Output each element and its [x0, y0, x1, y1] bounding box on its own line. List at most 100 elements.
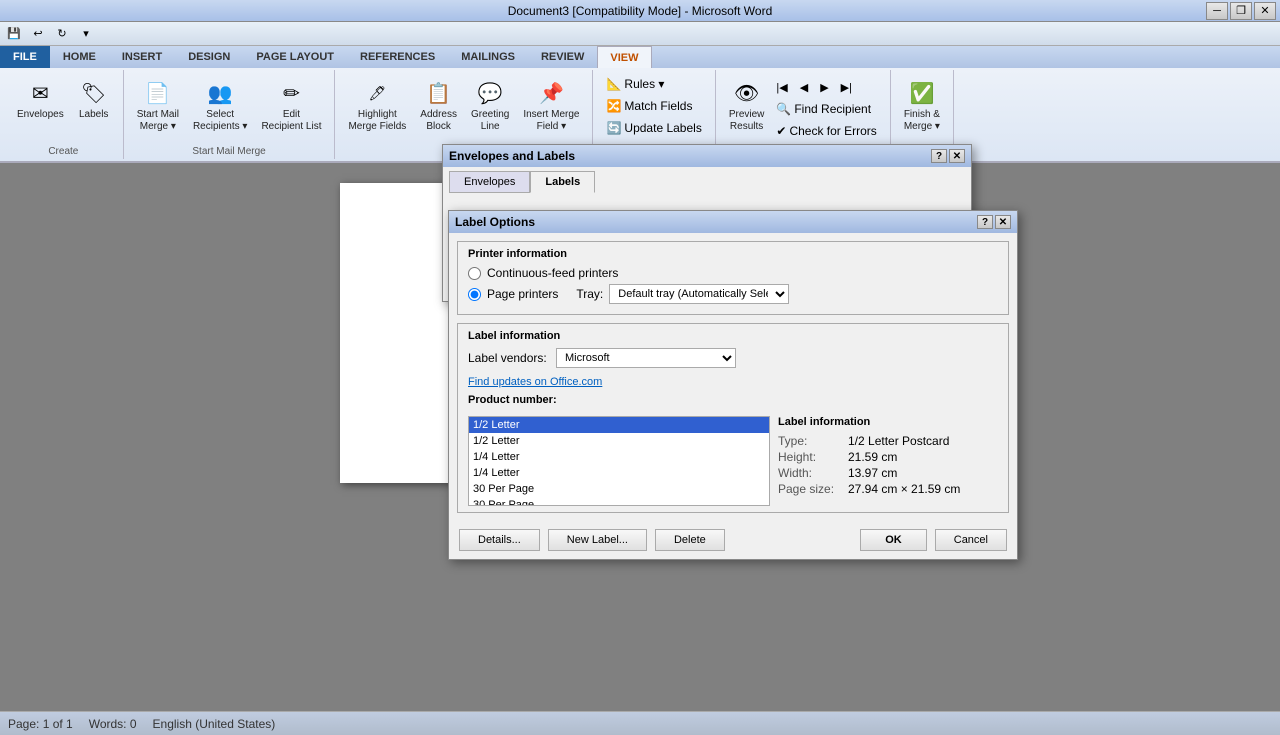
insert-merge-field-btn[interactable]: 📌 Insert MergeField ▾: [518, 74, 584, 136]
tab-file[interactable]: FILE: [0, 46, 50, 68]
label-options-dialog[interactable]: Label Options ? ✕ Printer information Co…: [448, 210, 1018, 560]
status-bar: Page: 1 of 1 Words: 0 English (United St…: [0, 711, 1280, 735]
rules-label: Rules ▾: [624, 77, 664, 91]
address-block-icon: 📋: [423, 77, 455, 109]
prev-record-btn[interactable]: ◀: [795, 78, 813, 97]
height-row: Height: 21.59 cm: [778, 450, 998, 464]
env-labels-tab[interactable]: Labels: [530, 171, 595, 193]
find-recipient-label: Find Recipient: [794, 102, 871, 116]
tab-review[interactable]: REVIEW: [528, 46, 597, 68]
labels-icon: 🏷: [78, 77, 110, 109]
close-btn[interactable]: ✕: [1254, 2, 1276, 20]
height-key: Height:: [778, 450, 848, 464]
product-number-row: Product number:: [468, 394, 998, 412]
product-item-4[interactable]: 30 Per Page: [469, 481, 769, 497]
find-recipient-btn[interactable]: 🔍 Find Recipient: [771, 99, 881, 119]
new-label-btn[interactable]: New Label...: [548, 529, 647, 551]
product-item-3[interactable]: 1/4 Letter: [469, 465, 769, 481]
page-printers-radio[interactable]: [468, 288, 481, 301]
rules-icon: 📐: [606, 77, 621, 91]
address-block-btn[interactable]: 📋 AddressBlock: [415, 74, 462, 136]
select-recipients-icon: 👥: [204, 77, 236, 109]
next-record-btn[interactable]: ▶: [815, 78, 833, 97]
restore-btn[interactable]: ❐: [1230, 2, 1252, 20]
last-record-btn[interactable]: ▶|: [836, 78, 857, 97]
product-item-5[interactable]: 30 Per Page: [469, 497, 769, 506]
label-options-btn-row: Details... New Label... Delete OK Cancel: [449, 521, 1017, 559]
page-size-val: 27.94 cm × 21.59 cm: [848, 482, 960, 496]
vendor-select[interactable]: Microsoft: [556, 348, 736, 368]
rules-btn[interactable]: 📐 Rules ▾: [601, 74, 669, 94]
tray-label: Tray:: [576, 287, 603, 301]
vendor-label: Label vendors:: [468, 351, 548, 365]
tab-view[interactable]: VIEW: [597, 46, 651, 68]
page-status: Page: 1 of 1: [8, 717, 73, 731]
word-count: Words: 0: [89, 717, 137, 731]
type-val: 1/2 Letter Postcard: [848, 434, 949, 448]
delete-btn[interactable]: Delete: [655, 529, 725, 551]
product-item-1[interactable]: 1/2 Letter: [469, 433, 769, 449]
tab-mailings[interactable]: MAILINGS: [448, 46, 528, 68]
product-item-2[interactable]: 1/4 Letter: [469, 449, 769, 465]
label-options-titlebar: Label Options ? ✕: [449, 211, 1017, 233]
tab-home[interactable]: HOME: [50, 46, 109, 68]
start-mail-merge-btn[interactable]: 📄 Start MailMerge ▾: [132, 74, 184, 136]
minimize-btn[interactable]: ─: [1206, 2, 1228, 20]
find-updates-link[interactable]: Find updates on Office.com: [468, 376, 602, 388]
customize-btn[interactable]: ▾: [76, 25, 96, 43]
continuous-feed-label: Continuous-feed printers: [487, 266, 618, 280]
labels-btn[interactable]: 🏷 Labels: [73, 74, 115, 124]
env-labels-titlebar: Envelopes and Labels ? ✕: [443, 145, 971, 167]
update-labels-btn[interactable]: 🔄 Update Labels: [601, 118, 706, 138]
printer-info-title: Printer information: [468, 248, 998, 260]
tab-insert[interactable]: INSERT: [109, 46, 175, 68]
greeting-line-label: GreetingLine: [471, 109, 509, 133]
preview-results-btn[interactable]: 👁 PreviewResults: [724, 74, 770, 136]
label-details-box: Label information Type: 1/2 Letter Postc…: [778, 416, 998, 506]
tray-select[interactable]: Default tray (Automatically Select): [609, 284, 789, 304]
insert-merge-field-label: Insert MergeField ▾: [523, 109, 579, 133]
tab-page-layout[interactable]: PAGE LAYOUT: [243, 46, 347, 68]
select-recipients-btn[interactable]: 👥 SelectRecipients ▾: [188, 74, 253, 136]
label-info-section-title: Label information: [468, 330, 998, 342]
ok-btn[interactable]: OK: [860, 529, 927, 551]
label-options-title: Label Options: [455, 215, 535, 229]
type-key: Type:: [778, 434, 848, 448]
env-envelopes-tab[interactable]: Envelopes: [449, 171, 530, 193]
redo-btn[interactable]: ↻: [52, 25, 72, 43]
match-fields-label: Match Fields: [624, 99, 692, 113]
product-listbox[interactable]: 1/2 Letter 1/2 Letter 1/4 Letter 1/4 Let…: [468, 416, 770, 506]
left-buttons: Details... New Label... Delete: [459, 529, 725, 551]
finish-items: ✅ Finish &Merge ▾: [899, 74, 945, 136]
greeting-line-btn[interactable]: 💬 GreetingLine: [466, 74, 514, 136]
width-key: Width:: [778, 466, 848, 480]
details-btn[interactable]: Details...: [459, 529, 540, 551]
finish-merge-btn[interactable]: ✅ Finish &Merge ▾: [899, 74, 945, 136]
update-labels-icon: 🔄: [606, 121, 621, 135]
label-cancel-btn[interactable]: Cancel: [935, 529, 1007, 551]
quick-access-toolbar: 💾 ↩ ↻ ▾: [0, 22, 1280, 46]
page-size-row: Page size: 27.94 cm × 21.59 cm: [778, 482, 998, 496]
match-fields-btn[interactable]: 🔀 Match Fields: [601, 96, 697, 116]
preview-items: 👁 PreviewResults |◀ ◀ ▶ ▶| 🔍 Find Recipi…: [724, 74, 882, 141]
start-mail-merge-label: Start MailMerge ▾: [137, 109, 179, 133]
check-errors-icon: ✔: [776, 124, 786, 138]
env-close-btn[interactable]: ✕: [949, 149, 965, 163]
envelopes-btn[interactable]: ✉ Envelopes: [12, 74, 69, 124]
first-record-btn[interactable]: |◀: [771, 78, 792, 97]
undo-btn[interactable]: ↩: [28, 25, 48, 43]
product-item-0[interactable]: 1/2 Letter: [469, 417, 769, 433]
ribbon-group-create: ✉ Envelopes 🏷 Labels Create: [4, 70, 124, 159]
edit-recipient-list-btn[interactable]: ✏ EditRecipient List: [256, 74, 326, 136]
highlight-merge-fields-btn[interactable]: 🖊 HighlightMerge Fields: [343, 74, 411, 136]
tab-design[interactable]: DESIGN: [175, 46, 243, 68]
env-labels-controls: ? ✕: [931, 149, 965, 163]
tab-references[interactable]: REFERENCES: [347, 46, 448, 68]
label-close-btn[interactable]: ✕: [995, 215, 1011, 229]
check-errors-btn[interactable]: ✔ Check for Errors: [771, 121, 881, 141]
save-btn[interactable]: 💾: [4, 25, 24, 43]
label-info-section: Label information Label vendors: Microso…: [457, 323, 1009, 513]
env-help-btn[interactable]: ?: [931, 149, 947, 163]
label-help-btn[interactable]: ?: [977, 215, 993, 229]
continuous-feed-radio[interactable]: [468, 267, 481, 280]
